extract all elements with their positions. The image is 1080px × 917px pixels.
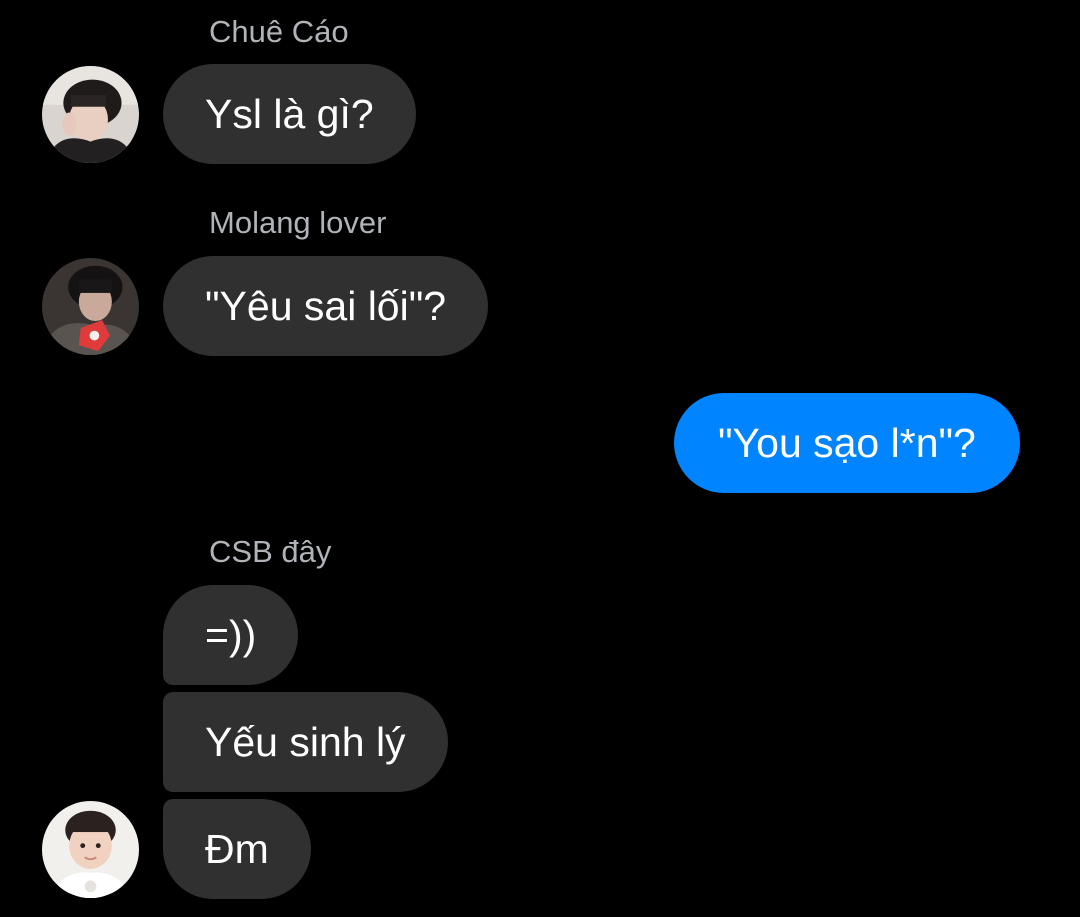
outgoing-message-bubble[interactable]: "You sạo l*n"? [674,393,1020,493]
message-bubble[interactable]: Yếu sinh lý [163,692,448,792]
message-text: "Yêu sai lối"? [205,282,447,329]
avatar-photo-icon [42,66,139,163]
message-bubble[interactable]: Ysl là gì? [163,64,416,164]
message-bubble[interactable]: =)) [163,585,299,685]
message-text: "You sạo l*n"? [718,419,976,466]
message-bubble[interactable]: Đm [163,799,311,899]
message-text: =)) [205,611,257,658]
message-text: Ysl là gì? [205,90,374,137]
sender-name: Chuê Cáo [209,14,349,49]
message-text: Yếu sinh lý [205,718,406,765]
sender-name: CSB đây [209,534,332,569]
avatar-csb-day[interactable] [42,801,139,898]
message-text: Đm [205,825,269,872]
sender-name: Molang lover [209,205,387,240]
avatar-molang-lover[interactable] [42,258,139,355]
avatar-photo-icon [42,258,139,355]
avatar-photo-icon [42,801,139,898]
avatar-chue-cao[interactable] [42,66,139,163]
message-bubble[interactable]: "Yêu sai lối"? [163,256,489,356]
